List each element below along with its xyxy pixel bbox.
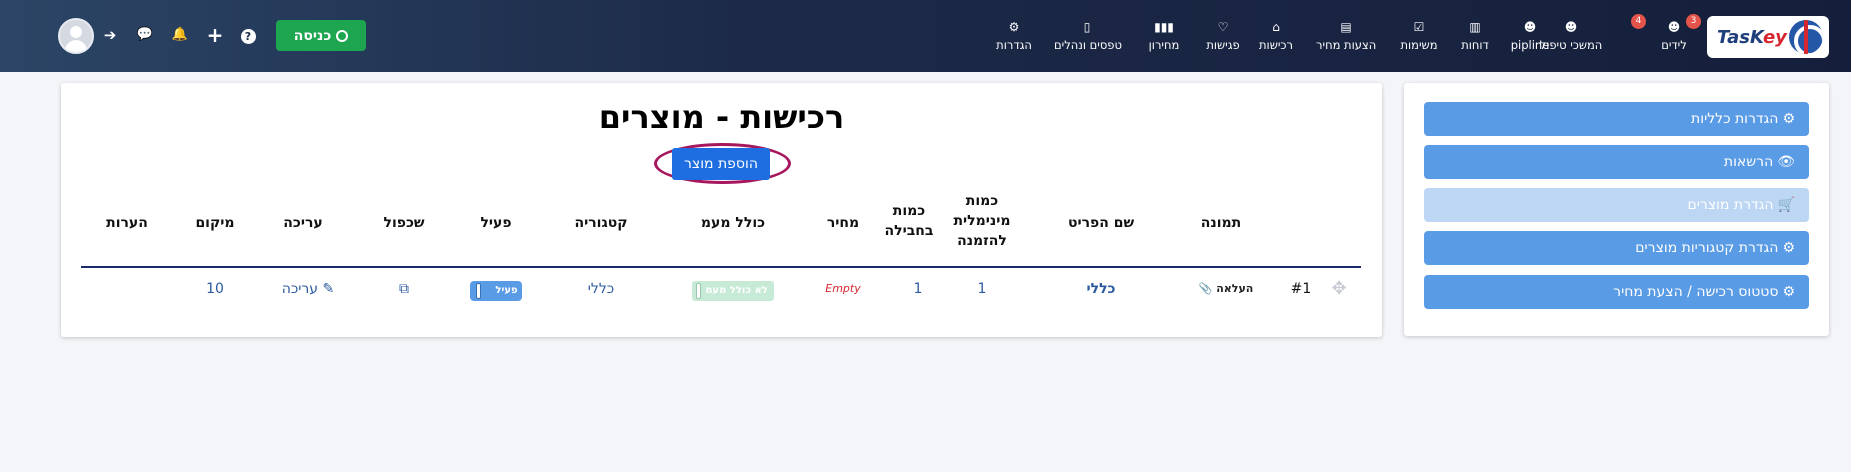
plus-icon[interactable]: + <box>205 25 225 45</box>
cell-min-qty[interactable]: 1 <box>967 277 997 301</box>
enter-button[interactable]: כניסה <box>276 20 366 51</box>
active-toggle-label: פעיל <box>495 285 518 296</box>
gear-icon: ⚙ <box>1782 240 1795 256</box>
gear-icon: ⚙ <box>1782 284 1795 300</box>
person-icon: ☻ <box>1523 20 1537 34</box>
sidebar-permissions-button[interactable]: 👁הרשאות <box>1424 145 1809 179</box>
nav-forms-label: טפסים ונהלים <box>1054 38 1122 52</box>
duplicate-icon[interactable]: ⧉ <box>392 277 416 301</box>
cell-position[interactable]: 10 <box>195 277 235 301</box>
col-header-category: קטגוריה <box>574 215 628 231</box>
cell-notes[interactable] <box>107 277 147 301</box>
nav-leads[interactable]: 3 ☻ לידים <box>1656 14 1701 58</box>
table-header-divider <box>81 266 1361 268</box>
barcode-icon: ▮▮▮ <box>1154 20 1174 34</box>
col-header-notes: הערות <box>106 215 148 231</box>
cell-category[interactable]: כללי <box>571 277 631 301</box>
nav-meetings-label: פגישות <box>1206 38 1240 52</box>
nav-tasks-label: משימות <box>1400 38 1438 52</box>
logo-text: TasKey <box>1717 26 1787 48</box>
nav-purchases-label: רכישות <box>1259 38 1293 52</box>
nav-pipline[interactable]: ☻ pipline <box>1510 18 1550 58</box>
edit-label: עריכה <box>281 281 319 297</box>
vat-toggle-label: לא כולל מעמ <box>705 285 768 296</box>
settings-sidebar: ⚙הגדרות כלליות 👁הרשאות 🛒הגדרת מוצרים ⚙הג… <box>1404 83 1829 336</box>
sign-in-icon[interactable]: ➔ <box>100 25 120 45</box>
vat-toggle[interactable]: לא כולל מעמ <box>688 277 778 301</box>
bar-chart-icon: ▥ <box>1469 20 1481 34</box>
eye-slash-icon: 👁 <box>1777 154 1795 170</box>
toggle-knob <box>696 283 702 299</box>
cell-pack-qty[interactable]: 1 <box>903 277 933 301</box>
gear-icon: ⚙ <box>1782 111 1795 127</box>
edit-link[interactable]: ✎ עריכה <box>273 277 343 301</box>
sidebar-general-settings-button[interactable]: ⚙הגדרות כלליות <box>1424 102 1809 136</box>
sidebar-products-settings-button[interactable]: 🛒הגדרת מוצרים <box>1424 188 1809 222</box>
col-header-pack-qty: כמות בחבילה <box>884 203 934 239</box>
col-header-min-qty: כמות מינימלית להזמנה <box>953 193 1011 249</box>
taskey-logo[interactable]: TasKey <box>1707 16 1829 58</box>
chat-icon[interactable]: 💬 <box>135 25 155 45</box>
nav-reports[interactable]: ▥ דוחות <box>1458 18 1492 58</box>
col-header-price: מחיר <box>826 215 860 231</box>
col-header-duplicate: שכפול <box>383 215 425 231</box>
help-icon[interactable]: ? <box>238 25 258 45</box>
products-panel: רכישות - מוצרים הוספת מוצר תמונה שם הפרי… <box>61 83 1382 337</box>
nav-forms[interactable]: ▯ טפסים ונהלים <box>1054 18 1122 58</box>
checkbox-icon: ☑ <box>1413 20 1425 34</box>
gear-icon: ⚙ <box>1008 20 1020 34</box>
add-product-button[interactable]: הוספת מוצר <box>672 148 770 180</box>
cell-price[interactable]: Empty <box>823 277 863 301</box>
drag-handle-icon[interactable]: ✥ <box>1327 277 1351 301</box>
nav-tasks[interactable]: ☑ משימות <box>1398 18 1440 58</box>
upload-label: העלאה <box>1216 282 1254 295</box>
col-header-edit: עריכה <box>283 215 323 231</box>
nav-quotes-label: הצעות מחיר <box>1316 38 1377 52</box>
door-icon: ▯ <box>1083 20 1091 34</box>
active-toggle[interactable]: פעיל <box>461 277 531 301</box>
nav-reports-label: דוחות <box>1461 38 1489 52</box>
sidebar-product-categories-button[interactable]: ⚙הגדרת קטגוריות מוצרים <box>1424 231 1809 265</box>
top-navbar: TasKey 3 ☻ לידים 4 ☻ המשכי טיפול ☻ pipli… <box>0 0 1851 72</box>
building-icon: ⌂ <box>1272 20 1280 34</box>
nav-pricelist[interactable]: ▮▮▮ מחירון <box>1144 18 1184 58</box>
nav-settings-label: הגדרות <box>996 38 1032 52</box>
logo-mark-icon <box>1789 20 1823 54</box>
upload-image-link[interactable]: העלאה 📎 <box>1191 277 1261 301</box>
page-title: רכישות - מוצרים <box>598 98 845 136</box>
toggle-knob <box>476 283 482 299</box>
handshake-icon: ♡ <box>1217 20 1229 34</box>
col-header-image: תמונה <box>1200 215 1242 231</box>
enter-button-label: כניסה <box>293 27 332 44</box>
cart-icon: 🛒 <box>1777 197 1795 213</box>
nav-meetings[interactable]: ♡ פגישות <box>1203 18 1243 58</box>
pencil-icon: ✎ <box>322 281 335 297</box>
nav-pricelist-label: מחירון <box>1148 38 1180 52</box>
nav-purchases[interactable]: ⌂ רכישות <box>1256 18 1296 58</box>
clock-icon <box>336 29 349 42</box>
followups-badge: 4 <box>1631 14 1646 29</box>
sidebar-purchase-status-button[interactable]: ⚙סטטוס רכישה / הצעת מחיר <box>1424 275 1809 309</box>
nav-settings[interactable]: ⚙ הגדרות <box>994 18 1034 58</box>
paperclip-icon: 📎 <box>1198 282 1213 295</box>
leads-badge: 3 <box>1686 14 1701 29</box>
nav-quotes[interactable]: ▤ הצעות מחיר <box>1316 18 1376 58</box>
col-header-name: שם הפריט <box>1067 215 1135 231</box>
col-header-position: מיקום <box>195 215 235 231</box>
cell-name[interactable]: כללי <box>1071 277 1131 301</box>
row-number: #1 <box>1290 281 1312 297</box>
col-header-vat: כולל מעמ <box>700 215 766 231</box>
document-icon: ▤ <box>1340 20 1352 34</box>
col-header-active: פעיל <box>480 215 512 231</box>
nav-leads-label: לידים <box>1661 38 1687 52</box>
nav-pipline-label: pipline <box>1510 38 1550 52</box>
user-avatar[interactable] <box>58 18 94 54</box>
bell-icon[interactable]: 🔔 <box>170 25 190 45</box>
